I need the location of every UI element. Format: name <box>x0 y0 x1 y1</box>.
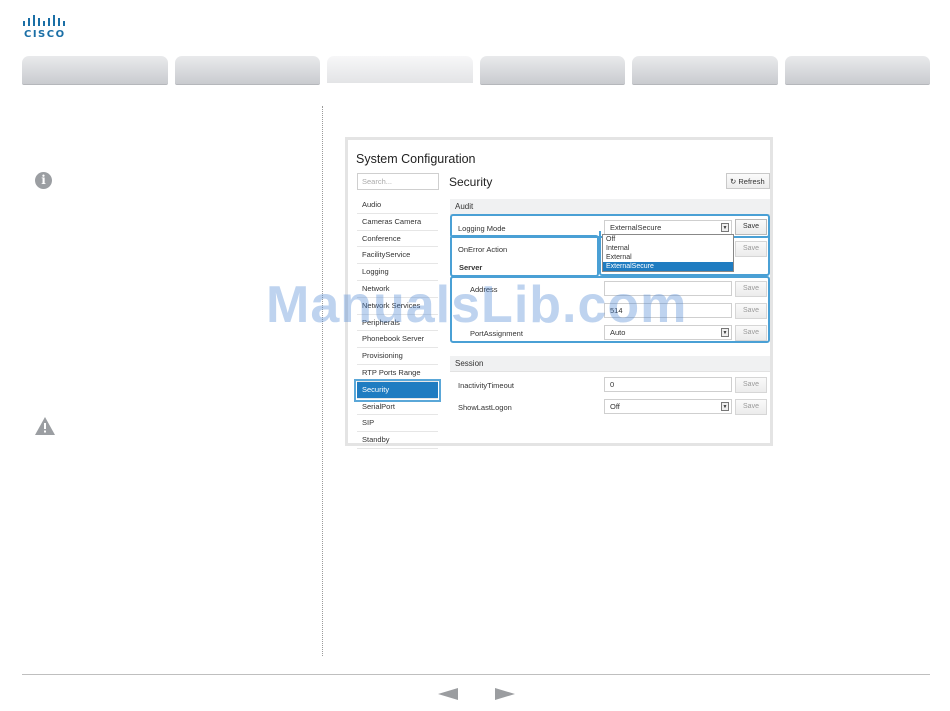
system-configuration-title: System Configuration <box>356 152 476 166</box>
manual-page: CISCO i System Configuration Search... A… <box>0 0 950 711</box>
tab-2[interactable] <box>174 56 320 85</box>
chevron-down-icon[interactable]: ▼ <box>721 402 729 411</box>
tab-3-active[interactable] <box>327 56 473 85</box>
show-last-logon-save-button[interactable]: Save <box>735 399 767 415</box>
watermark-text: ManualsLib.com <box>266 276 688 334</box>
inactivity-save-button[interactable]: Save <box>735 377 767 393</box>
show-last-logon-value: Off <box>610 402 620 411</box>
nav-item[interactable]: SIP <box>357 415 438 433</box>
show-last-logon-label: ShowLastLogon <box>458 403 512 412</box>
tab-1[interactable] <box>22 56 168 85</box>
audit-header: Audit <box>450 199 770 215</box>
inactivity-timeout-input[interactable]: 0 <box>604 377 732 392</box>
refresh-button[interactable]: ↻ Refresh <box>726 173 770 189</box>
previous-page-arrow-icon[interactable] <box>438 688 458 700</box>
tab-6[interactable] <box>784 56 930 85</box>
column-divider <box>322 106 323 656</box>
on-error-highlight <box>450 235 599 277</box>
top-tab-bar <box>22 56 930 86</box>
session-header: Session <box>450 356 770 372</box>
nav-item[interactable]: Security <box>354 378 441 402</box>
info-icon: i <box>35 172 52 189</box>
tab-5[interactable] <box>632 56 778 85</box>
next-page-arrow-icon[interactable] <box>495 688 515 700</box>
cisco-logo: CISCO <box>22 14 72 42</box>
nav-item[interactable]: FacilityService <box>357 247 438 265</box>
inactivity-timeout-label: InactivityTimeout <box>458 381 514 390</box>
refresh-icon: ↻ <box>730 177 737 186</box>
nav-item[interactable]: Provisioning <box>357 348 438 365</box>
refresh-label: Refresh <box>738 177 765 186</box>
show-last-logon-select[interactable]: Off ▼ <box>604 399 732 414</box>
footer-divider <box>22 674 930 675</box>
warning-icon <box>35 417 55 435</box>
search-input[interactable]: Search... <box>357 173 439 190</box>
tab-4[interactable] <box>479 56 625 85</box>
nav-item[interactable]: Audio <box>357 197 438 214</box>
section-title: Security <box>449 175 493 189</box>
nav-item[interactable]: RTP Ports Range <box>357 365 438 382</box>
nav-item[interactable]: SerialPort <box>357 399 438 416</box>
nav-item[interactable]: Cameras Camera <box>357 214 438 231</box>
inactivity-timeout-value: 0 <box>610 380 615 389</box>
logo-text: CISCO <box>24 29 66 40</box>
dropdown-highlight <box>599 231 770 276</box>
nav-item[interactable]: Standby <box>357 432 438 449</box>
nav-item[interactable]: Conference <box>357 231 438 248</box>
